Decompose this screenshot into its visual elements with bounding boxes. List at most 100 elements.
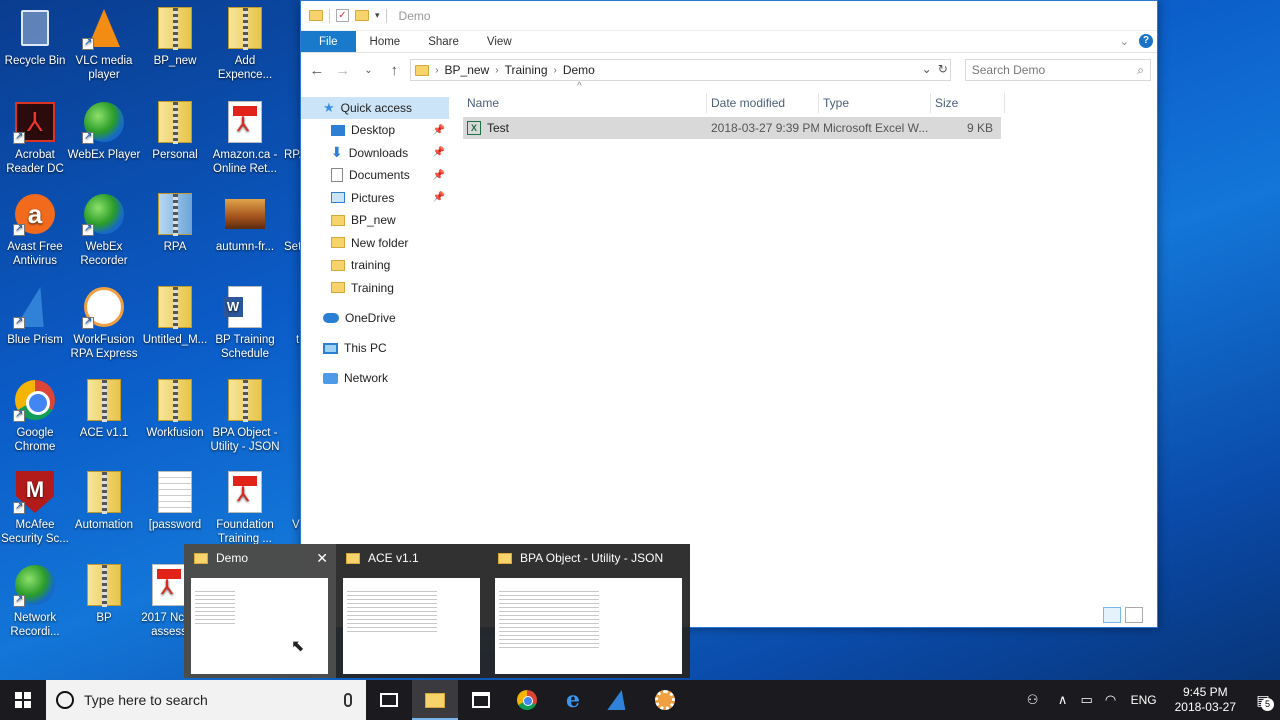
- tab-home[interactable]: Home: [356, 31, 415, 52]
- thumbnail-demo[interactable]: Demo ✕ ⬉: [184, 544, 336, 678]
- thumbnail-ace[interactable]: ACE v1.1: [336, 544, 488, 678]
- desktop-icon-t[interactable]: t: [272, 285, 300, 347]
- taskbar-blue-prism[interactable]: [596, 680, 642, 720]
- mcafee-icon: M: [13, 470, 57, 514]
- file-explorer-window: ✓ ▾ Demo File Home Share View ⌄ ? ← → ⌄ …: [300, 0, 1158, 628]
- battery-icon[interactable]: ▭: [1075, 692, 1099, 708]
- nav-this-pc[interactable]: This PC: [301, 337, 449, 359]
- forward-button[interactable]: →: [333, 62, 353, 79]
- taskbar-search-input[interactable]: Type here to search: [84, 692, 208, 708]
- nav-item-pictures[interactable]: Pictures 📌: [301, 187, 449, 210]
- desktop-icon-ace[interactable]: ACE v1.1: [67, 378, 141, 440]
- column-date-modified[interactable]: Date modified: [707, 93, 819, 113]
- tab-file[interactable]: File: [301, 31, 356, 52]
- nav-quick-access[interactable]: ★ Quick access: [301, 97, 449, 119]
- nav-onedrive[interactable]: OneDrive: [301, 307, 449, 329]
- help-icon[interactable]: ?: [1139, 34, 1153, 48]
- taskbar-search[interactable]: Type here to search: [46, 680, 366, 720]
- nav-item-new-folder[interactable]: New folder: [301, 232, 449, 255]
- desktop-icon-amazon[interactable]: Amazon.ca - Online Ret...: [208, 100, 282, 176]
- breadcrumb-bp-new[interactable]: BP_new: [445, 63, 490, 77]
- customize-qat-icon[interactable]: ▾: [375, 10, 380, 21]
- desktop-icon-workfusion[interactable]: Workfusion: [138, 378, 212, 440]
- thumbnail-bpa-object[interactable]: BPA Object - Utility - JSON: [488, 544, 690, 678]
- breadcrumb-training[interactable]: Training: [505, 63, 548, 77]
- expand-ribbon-icon[interactable]: ⌄: [1120, 35, 1129, 48]
- desktop-icon-bp[interactable]: BP: [67, 563, 141, 625]
- wifi-icon[interactable]: ◠: [1099, 692, 1123, 708]
- nav-network[interactable]: Network: [301, 367, 449, 389]
- tab-view[interactable]: View: [473, 31, 526, 52]
- microphone-icon[interactable]: [344, 693, 352, 707]
- desktop-icon-add-expence[interactable]: Add Expence...: [208, 6, 282, 82]
- action-center-button[interactable]: ▤ 5: [1246, 692, 1280, 711]
- file-name: Test: [487, 121, 510, 135]
- chevron-down-icon[interactable]: ⌄: [922, 62, 932, 76]
- desktop-icon-bp-new[interactable]: BP_new: [138, 6, 212, 68]
- people-icon[interactable]: ⚇: [1021, 692, 1045, 708]
- back-button[interactable]: ←: [307, 62, 327, 79]
- taskbar-workfusion[interactable]: [642, 680, 688, 720]
- details-view-button[interactable]: [1103, 607, 1121, 623]
- desktop-icon-mcafee[interactable]: M McAfee Security Sc...: [0, 470, 72, 546]
- desktop-icon-rpa-pdf[interactable]: RPA: [272, 100, 300, 162]
- column-name[interactable]: Name: [463, 93, 707, 113]
- desktop-icon-recycle-bin[interactable]: Recycle Bin: [0, 6, 72, 68]
- recent-locations-button[interactable]: ⌄: [359, 65, 379, 76]
- taskbar-chrome[interactable]: [504, 680, 550, 720]
- up-button[interactable]: ↑: [384, 62, 404, 79]
- search-box[interactable]: Search Demo ⌕: [964, 59, 1151, 81]
- desktop-icon-chrome[interactable]: Google Chrome: [0, 378, 72, 454]
- new-folder-icon[interactable]: [355, 10, 369, 21]
- chevron-right-icon: ›: [435, 64, 439, 76]
- large-icons-view-button[interactable]: [1125, 607, 1143, 623]
- desktop-icon-v[interactable]: V: [272, 470, 300, 532]
- desktop-icon-bpa-object[interactable]: BPA Object - Utility - JSON: [208, 378, 282, 454]
- desktop-icon-automation[interactable]: Automation: [67, 470, 141, 532]
- properties-icon[interactable]: ✓: [336, 9, 349, 22]
- desktop-icon-password[interactable]: [password: [138, 470, 212, 532]
- desktop-icon-vlc[interactable]: VLC media player: [67, 6, 141, 82]
- taskbar-file-explorer[interactable]: [412, 680, 458, 720]
- chevron-up-icon[interactable]: ∧: [1051, 692, 1075, 708]
- search-input[interactable]: Search Demo: [972, 63, 1045, 77]
- desktop-icon-webex-recorder[interactable]: WebEx Recorder: [67, 192, 141, 268]
- nav-item-desktop[interactable]: Desktop 📌: [301, 119, 449, 142]
- nav-label: Desktop: [351, 123, 396, 138]
- desktop-icon-workfusion-rpa[interactable]: WorkFusion RPA Express: [67, 285, 141, 361]
- clock[interactable]: 9:45 PM 2018-03-27: [1165, 685, 1246, 715]
- desktop-icon-autumn[interactable]: autumn-fr...: [208, 192, 282, 254]
- nav-item-documents[interactable]: Documents 📌: [301, 164, 449, 187]
- desktop-icon-webex-player[interactable]: WebEx Player: [67, 100, 141, 162]
- desktop-icon-blue-prism[interactable]: Blue Prism: [0, 285, 72, 347]
- file-row[interactable]: X Test 2018-03-27 9:39 PM Microsoft Exce…: [463, 117, 1001, 139]
- desktop-icon-avast[interactable]: a Avast Free Antivirus: [0, 192, 72, 268]
- nav-item-downloads[interactable]: ⬇ Downloads 📌: [301, 142, 449, 165]
- desktop-icon-personal[interactable]: Personal: [138, 100, 212, 162]
- desktop-icon-set[interactable]: Set: [272, 192, 300, 254]
- refresh-icon[interactable]: ↻: [938, 62, 948, 76]
- desktop-icon-network-recording[interactable]: Network Recordi...: [0, 563, 72, 639]
- task-view-button[interactable]: [366, 680, 412, 720]
- taskbar-edge[interactable]: e: [550, 680, 596, 720]
- address-bar[interactable]: › BP_new › Training › Demo ⌄ ↻: [410, 59, 951, 81]
- start-button[interactable]: [0, 680, 46, 720]
- desktop-icon-rpa-folder[interactable]: RPA: [138, 192, 212, 254]
- taskbar-store[interactable]: [458, 680, 504, 720]
- language-indicator[interactable]: ENG: [1123, 693, 1165, 707]
- nav-item-bp-new[interactable]: BP_new: [301, 209, 449, 232]
- nav-item-training[interactable]: Training: [301, 277, 449, 300]
- desktop-icon-untitled[interactable]: Untitled_M...: [138, 285, 212, 347]
- desktop-icon-foundation[interactable]: Foundation Training ...: [208, 470, 282, 546]
- nav-item-training-lower[interactable]: training: [301, 254, 449, 277]
- close-icon[interactable]: ✕: [316, 550, 328, 567]
- pdf-zip-icon: [82, 563, 126, 607]
- pictures-icon: [331, 192, 345, 204]
- column-size[interactable]: Size: [931, 93, 1005, 113]
- tab-share[interactable]: Share: [414, 31, 473, 52]
- breadcrumb-demo[interactable]: Demo: [563, 63, 595, 77]
- desktop-icon-bp-training[interactable]: W BP Training Schedule: [208, 285, 282, 361]
- download-arrow-icon: ⬇: [331, 144, 343, 161]
- desktop-icon-acrobat[interactable]: ⅄ Acrobat Reader DC: [0, 100, 72, 176]
- column-type[interactable]: Type: [819, 93, 931, 113]
